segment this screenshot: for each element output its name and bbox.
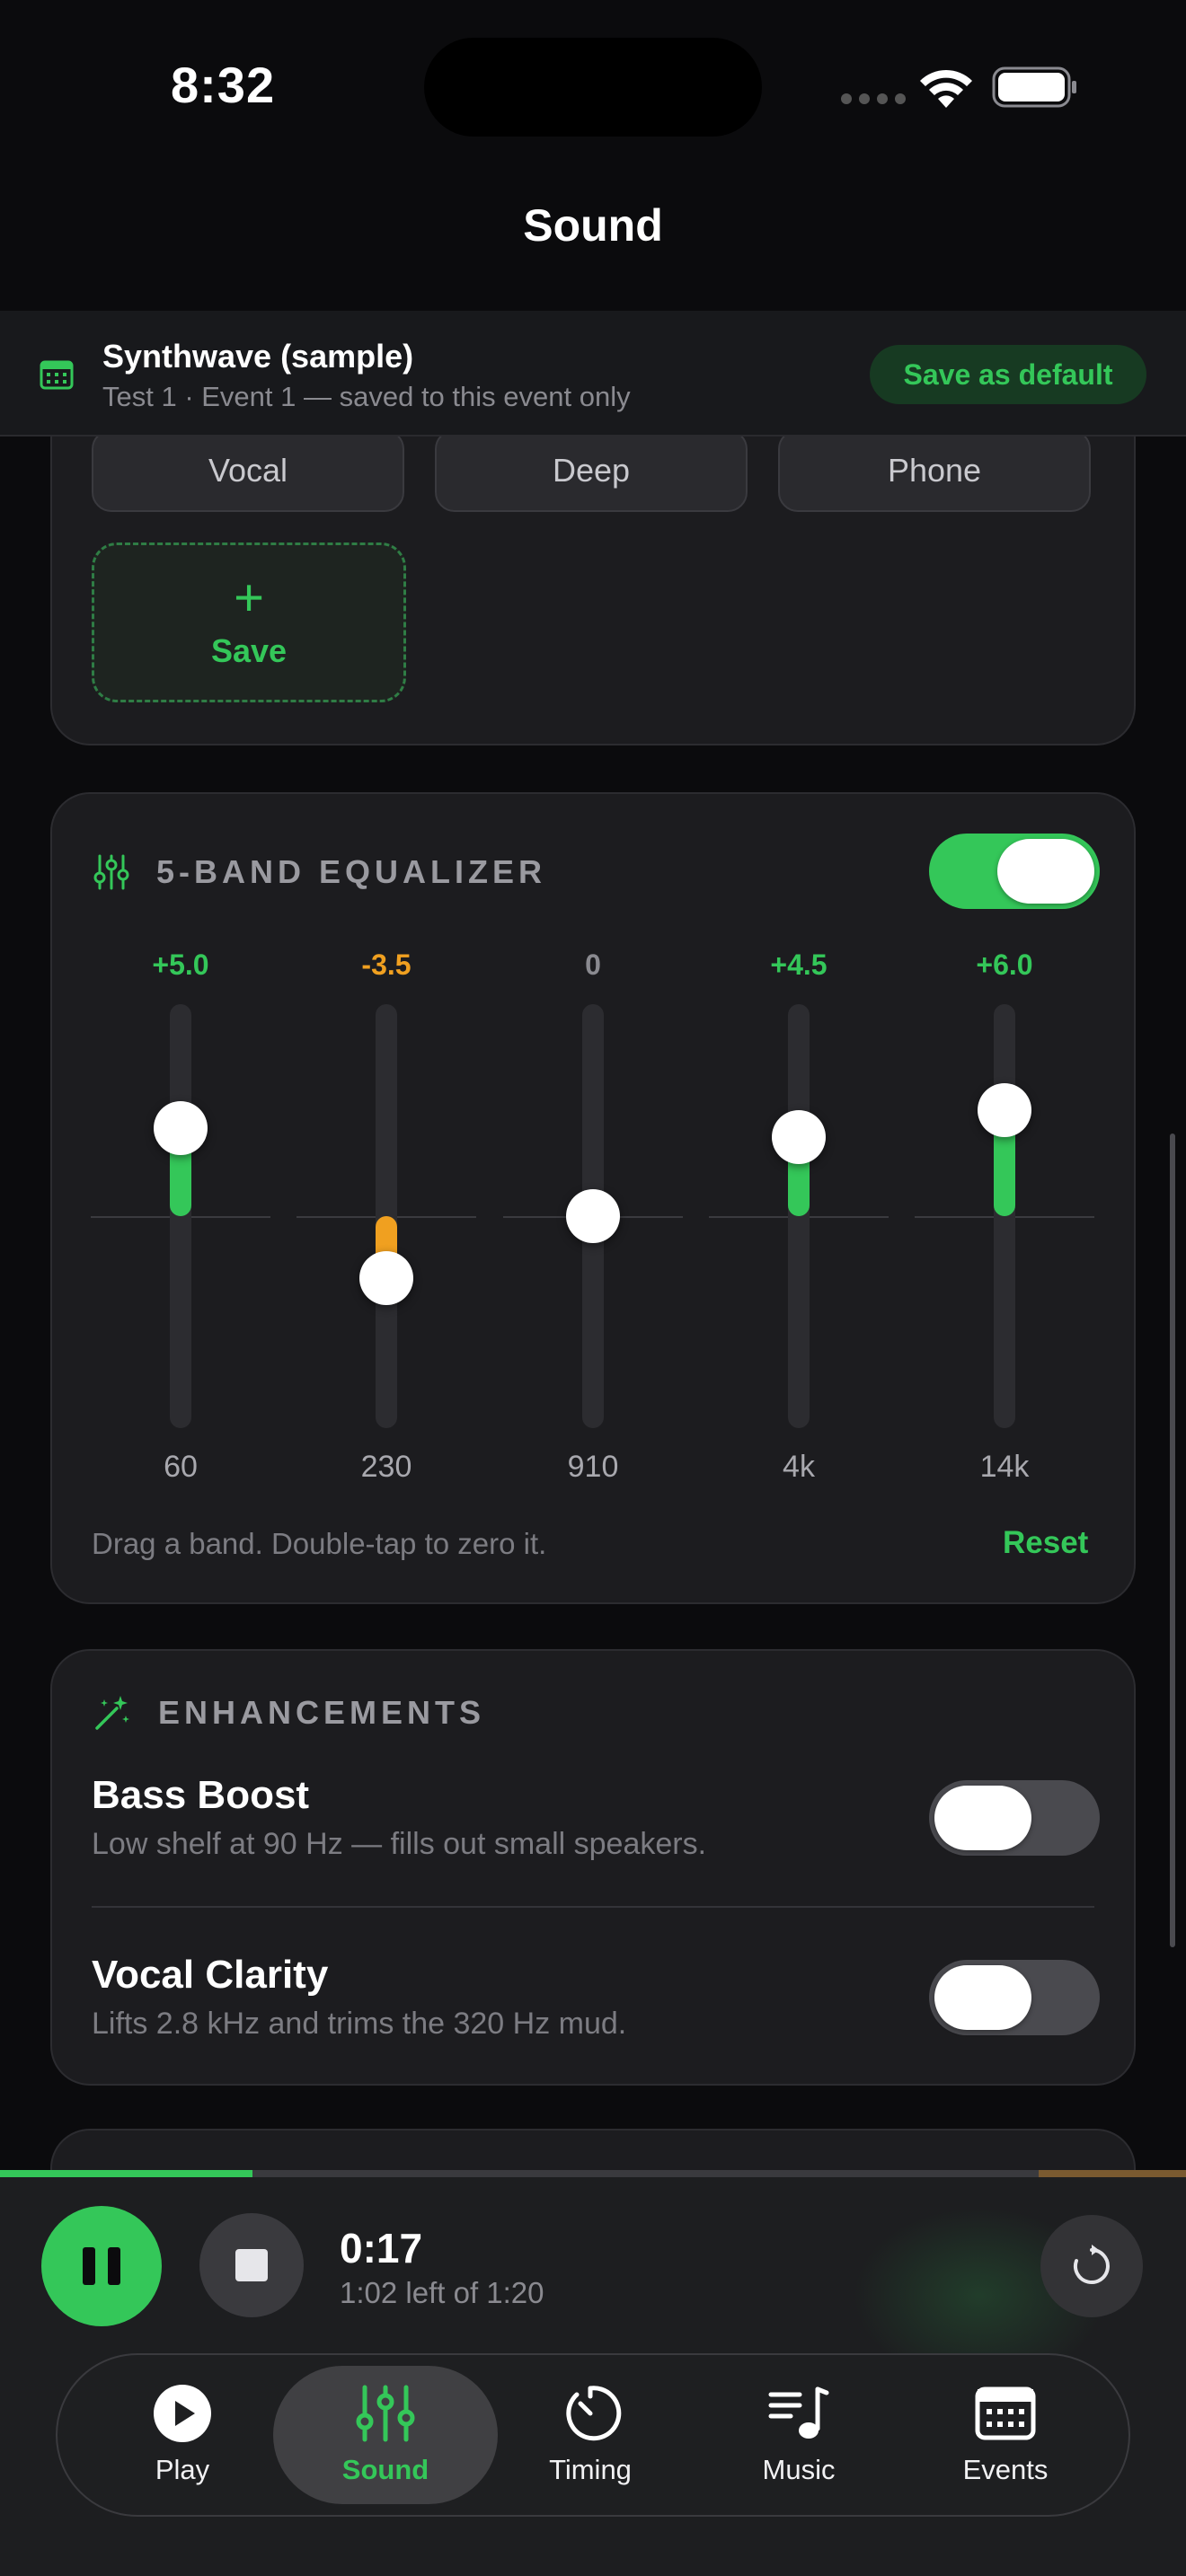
eq-band-track[interactable]	[170, 1004, 191, 1428]
page-title: Sound	[523, 200, 663, 251]
eq-band-thumb[interactable]	[154, 1100, 208, 1155]
eq-band-frequency: 60	[164, 1450, 198, 1484]
divider	[92, 1906, 1094, 1908]
eq-band-value: 0	[585, 948, 601, 981]
remaining-time: 1:02 left of 1:20	[340, 2276, 544, 2309]
vocal-clarity-label: Vocal Clarity	[92, 1953, 329, 1997]
tab-events-label: Events	[962, 2454, 1049, 2485]
eq-band-frequency: 230	[360, 1450, 412, 1484]
preset-phone-button[interactable]: Phone	[778, 429, 1091, 512]
cellular-signal-icon	[841, 93, 906, 104]
bass-boost-toggle[interactable]	[929, 1780, 1100, 1856]
bass-boost-label: Bass Boost	[92, 1773, 310, 1817]
stop-icon	[235, 2249, 268, 2281]
tab-music-label: Music	[762, 2454, 836, 2485]
wifi-icon	[920, 69, 972, 108]
vocal-clarity-description: Lifts 2.8 kHz and trims the 320 Hz mud.	[92, 2007, 627, 2041]
save-as-default-button[interactable]: Save as default	[870, 345, 1146, 404]
plus-icon: +	[234, 569, 264, 627]
music-list-icon	[768, 2386, 829, 2439]
eq-band-value: +6.0	[976, 948, 1033, 981]
eq-band-thumb[interactable]	[978, 1083, 1031, 1137]
playback-progress-fill	[0, 2170, 252, 2177]
preset-deep-button[interactable]: Deep	[435, 429, 748, 512]
tab-play[interactable]: Play	[70, 2366, 295, 2504]
equalizer-reset-button[interactable]: Reset	[1003, 1525, 1088, 1561]
equalizer-icon	[93, 854, 129, 890]
scrollbar[interactable]	[1170, 1134, 1175, 1947]
eq-band-value: +4.5	[770, 948, 828, 981]
save-preset-button[interactable]: + Save	[92, 543, 406, 702]
eq-band-frequency: 4k	[783, 1450, 815, 1484]
banner-title: Synthwave (sample)	[102, 338, 414, 375]
equalizer-toggle[interactable]	[929, 834, 1100, 909]
sliders-icon	[356, 2385, 415, 2442]
equalizer-hint: Drag a band. Double-tap to zero it.	[92, 1527, 547, 1560]
status-time: 8:32	[171, 57, 276, 113]
restart-button[interactable]	[1040, 2215, 1143, 2317]
eq-band-track[interactable]	[788, 1004, 810, 1428]
save-preset-label: Save	[210, 632, 288, 669]
calendar-icon	[975, 2386, 1036, 2440]
tab-events[interactable]: Events	[893, 2366, 1118, 2504]
tab-music[interactable]: Music	[686, 2366, 911, 2504]
eq-band-thumb[interactable]	[772, 1109, 826, 1164]
elapsed-time: 0:17	[340, 2225, 423, 2272]
calendar-icon	[40, 360, 74, 390]
eq-band-value: -3.5	[361, 948, 412, 981]
banner-subtitle: Test 1 · Event 1 — saved to this event o…	[102, 381, 631, 412]
magic-wand-icon	[95, 1696, 129, 1730]
tab-timing-label: Timing	[549, 2454, 632, 2485]
equalizer-title: 5-BAND EQUALIZER	[156, 853, 547, 890]
bass-boost-description: Low shelf at 90 Hz — fills out small spe…	[92, 1827, 707, 1861]
preset-vocal-button[interactable]: Vocal	[92, 429, 404, 512]
timer-icon	[566, 2386, 622, 2441]
enhancements-title: ENHANCEMENTS	[158, 1694, 486, 1731]
dynamic-island	[424, 38, 762, 137]
battery-icon	[992, 66, 1076, 108]
restart-icon	[1073, 2245, 1110, 2284]
stop-button[interactable]	[199, 2213, 304, 2317]
play-icon	[154, 2385, 211, 2442]
vocal-clarity-toggle[interactable]	[929, 1960, 1100, 2035]
eq-band-value: +5.0	[152, 948, 209, 981]
eq-band-track[interactable]	[994, 1004, 1015, 1428]
tab-sound[interactable]: Sound	[273, 2366, 498, 2504]
eq-band-thumb[interactable]	[359, 1250, 413, 1305]
eq-band-frequency: 14k	[979, 1450, 1030, 1484]
playback-progress-end-marker	[1039, 2170, 1186, 2177]
eq-band-thumb[interactable]	[566, 1189, 620, 1243]
tab-play-label: Play	[155, 2454, 210, 2485]
pause-button[interactable]	[41, 2206, 162, 2326]
eq-band-frequency: 910	[567, 1450, 619, 1484]
tab-timing[interactable]: Timing	[478, 2366, 703, 2504]
tab-sound-label: Sound	[341, 2454, 429, 2485]
